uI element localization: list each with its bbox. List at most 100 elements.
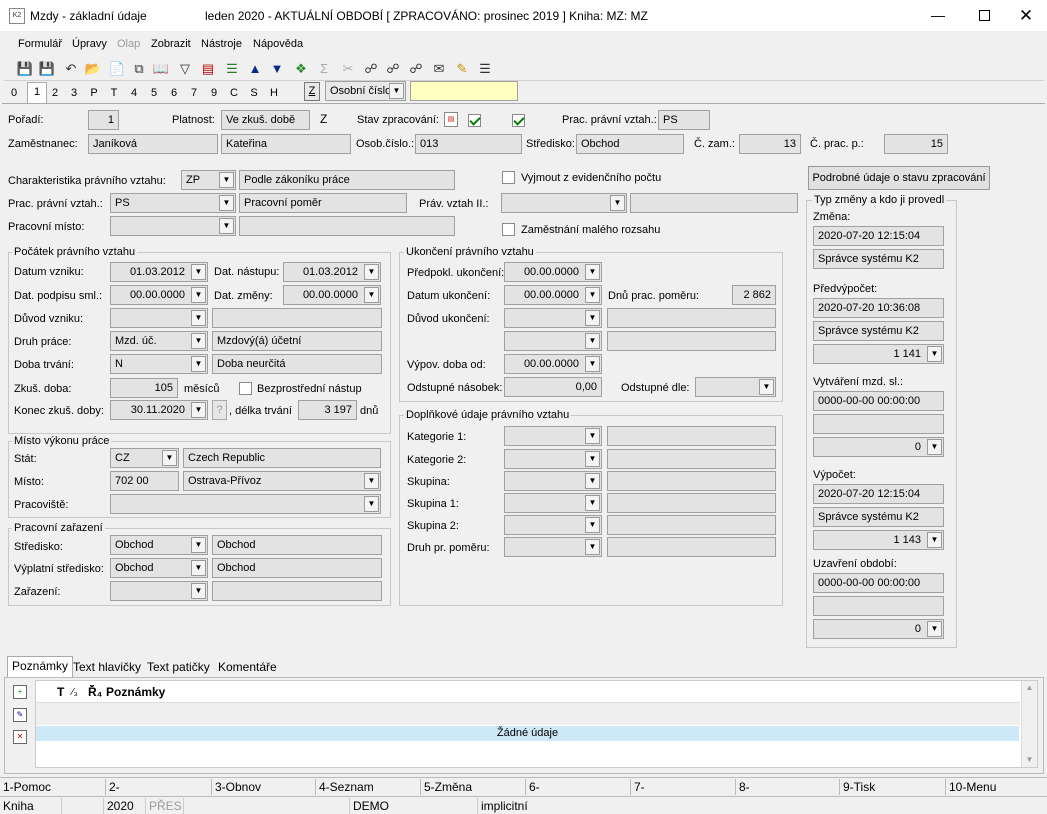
zar-stredisko-select[interactable]: Obchod ▼ [110, 535, 208, 555]
vyplatni-stredisko-select[interactable]: Obchod ▼ [110, 558, 208, 578]
fn-10-menu[interactable]: 10-Menu [946, 779, 1047, 795]
menu-upravy[interactable]: Úpravy [72, 38, 107, 50]
skupina-select[interactable]: ▼ [504, 471, 602, 491]
menu-olap[interactable]: Olap [117, 38, 140, 50]
zarazeni-select[interactable]: ▼ [110, 581, 208, 601]
odstupne-nasobek-field[interactable]: 0,00 [504, 377, 602, 397]
tab-c[interactable]: C [226, 84, 242, 102]
tab-7[interactable]: 7 [186, 84, 202, 102]
sort-select[interactable]: Osobní číslo ▼ [325, 81, 406, 101]
pracoviste-select[interactable]: ▼ [110, 494, 381, 514]
odstupne-dle-select[interactable]: ▼ [695, 377, 776, 397]
tab-text-hlavicky[interactable]: Text hlavičky [69, 658, 145, 678]
scissors-icon[interactable]: ✂ [339, 60, 357, 78]
col-3-header[interactable]: ⁄₃ [72, 686, 78, 700]
maximize-icon[interactable] [966, 0, 1002, 31]
col-t-header[interactable]: T [57, 685, 64, 699]
notes-scrollbar[interactable]: ▲ ▼ [1021, 681, 1037, 767]
recalculate-icon[interactable]: ❖ [292, 60, 310, 78]
stat-select[interactable]: CZ ▼ [110, 448, 179, 468]
menu-napoveda[interactable]: Nápověda [253, 38, 303, 50]
mail-icon[interactable]: ✉ [430, 60, 448, 78]
detail-status-button[interactable]: Podrobné údaje o stavu zpracování [808, 166, 990, 190]
tab-4[interactable]: 4 [126, 84, 142, 102]
edit-notes-icon[interactable]: ✎ [453, 60, 471, 78]
tab-2[interactable]: 2 [47, 84, 63, 102]
vyjmout-checkbox[interactable] [502, 171, 515, 184]
tab-5[interactable]: 5 [146, 84, 162, 102]
arrow-up-icon[interactable]: ▲ [246, 60, 264, 78]
druh-pomeru-select[interactable]: ▼ [504, 537, 602, 557]
minimize-icon[interactable]: — [920, 0, 956, 31]
book-icon[interactable]: 📖 [152, 60, 170, 78]
podpis-date[interactable]: 00.00.0000 ▼ [110, 285, 208, 305]
binoculars-icon[interactable]: ☍ [362, 60, 380, 78]
tab-t[interactable]: T [106, 84, 122, 102]
binoculars-next-icon[interactable]: ☍ [384, 60, 402, 78]
tab-h[interactable]: H [266, 84, 282, 102]
edit-note-icon[interactable]: ✎ [13, 708, 27, 722]
konec-help-button[interactable]: ? [212, 400, 227, 420]
stack-icon[interactable]: ☰ [223, 60, 241, 78]
duvod-ukonceni-select-2[interactable]: ▼ [504, 331, 602, 351]
undo-icon[interactable]: ↶ [62, 60, 80, 78]
duvod-ukonceni-select-1[interactable]: ▼ [504, 308, 602, 328]
tab-s[interactable]: S [246, 84, 262, 102]
close-icon[interactable]: ✕ [1008, 0, 1044, 31]
scroll-down-icon[interactable]: ▼ [1022, 753, 1037, 767]
sum-icon[interactable]: Σ [315, 60, 333, 78]
fn-1-pomoc[interactable]: 1-Pomoc [0, 779, 106, 795]
datum-ukonceni-date[interactable]: 00.00.0000 ▼ [504, 285, 602, 305]
col-r-header[interactable]: Ř̃₄ [88, 685, 102, 699]
vypocet-num-select[interactable]: 1 143 ▼ [813, 530, 944, 550]
zkus-doba-field[interactable]: 105 [110, 378, 178, 398]
doba-trvani-select[interactable]: N ▼ [110, 354, 208, 374]
tab-6[interactable]: 6 [166, 84, 182, 102]
fn-4-seznam[interactable]: 4-Seznam [316, 779, 421, 795]
nastup-date[interactable]: 01.03.2012 ▼ [283, 262, 381, 282]
skupina-1-select[interactable]: ▼ [504, 493, 602, 513]
maly-rozsah-checkbox[interactable] [502, 223, 515, 236]
duvod-vzniku-select[interactable]: ▼ [110, 308, 208, 328]
menu-zobrazit[interactable]: Zobrazit [151, 38, 191, 50]
tab-poznamky[interactable]: Poznámky [7, 656, 74, 678]
add-note-icon[interactable]: + [13, 685, 27, 699]
z-toggle-button[interactable]: Z [304, 82, 320, 101]
col-poznamky-header[interactable]: Poznámky [106, 685, 165, 699]
misto-select[interactable]: Ostrava-Přívoz ▼ [183, 471, 381, 491]
predvypocet-num-select[interactable]: 1 141 ▼ [813, 344, 944, 364]
predpokl-date[interactable]: 00.00.0000 ▼ [504, 262, 602, 282]
pracovni-misto-select[interactable]: ▼ [110, 216, 236, 236]
vznik-date[interactable]: 01.03.2012 ▼ [110, 262, 208, 282]
scroll-up-icon[interactable]: ▲ [1022, 681, 1037, 695]
filter-icon[interactable]: ▽ [176, 60, 194, 78]
tab-1[interactable]: 1 [27, 82, 47, 103]
copy-icon[interactable]: ⧉ [130, 60, 148, 78]
fn-5-zmena[interactable]: 5-Změna [421, 779, 526, 795]
arrow-down-icon[interactable]: ▼ [268, 60, 286, 78]
delete-note-icon[interactable]: ✕ [13, 730, 27, 744]
prav-vztah-2-select[interactable]: ▼ [501, 193, 627, 213]
fn-6[interactable]: 6- [526, 779, 631, 795]
skupina-2-select[interactable]: ▼ [504, 515, 602, 535]
tab-3[interactable]: 3 [66, 84, 82, 102]
druh-prace-select[interactable]: Mzd. úč. ▼ [110, 331, 208, 351]
open-folder-icon[interactable]: 📂 [84, 60, 102, 78]
prac-vztah-select[interactable]: PS ▼ [110, 193, 236, 213]
hamburger-menu-icon[interactable]: ☰ [476, 60, 494, 78]
menu-nastroje[interactable]: Nástroje [201, 38, 242, 50]
binoculars-filter-icon[interactable]: ☍ [407, 60, 425, 78]
konec-zkus-date[interactable]: 30.11.2020 ▼ [110, 400, 208, 420]
fn-9-tisk[interactable]: 9-Tisk [840, 779, 946, 795]
misto-code[interactable]: 702 00 [110, 471, 179, 491]
bezprostredni-checkbox[interactable] [239, 382, 252, 395]
tab-p[interactable]: P [86, 84, 102, 102]
tab-komentare[interactable]: Komentáře [214, 658, 281, 678]
new-document-icon[interactable]: 📄 [108, 60, 126, 78]
fn-2[interactable]: 2- [106, 779, 212, 795]
vypov-doba-date[interactable]: 00.00.0000 ▼ [504, 354, 602, 374]
vytvareni-num-select[interactable]: 0 ▼ [813, 437, 944, 457]
tab-9[interactable]: 9 [206, 84, 222, 102]
save-as-icon[interactable]: 💾 [38, 60, 56, 78]
filter-form-icon[interactable]: ▤ [199, 60, 217, 78]
